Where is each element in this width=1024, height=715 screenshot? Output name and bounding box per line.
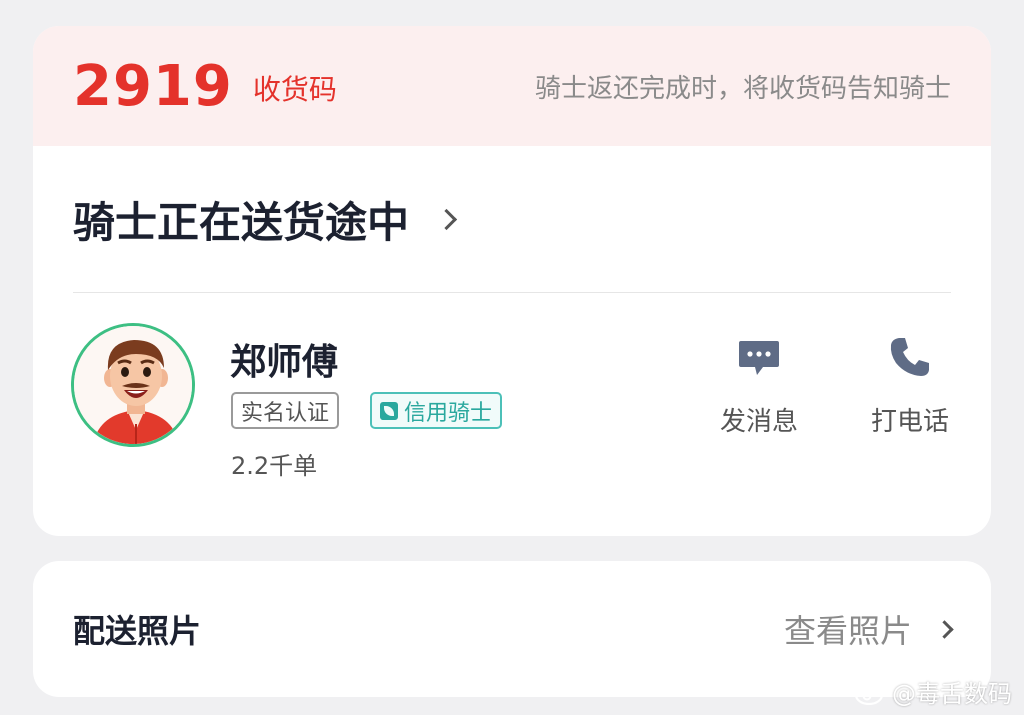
view-photos-link[interactable]: 查看照片 [783, 606, 954, 652]
pickup-code-banner: 2919 收货码 骑士返还完成时，将收货码告知骑士 [33, 26, 991, 146]
credit-rider-badge: 信用骑士 [370, 392, 503, 429]
rider-name: 郑师傅 [230, 342, 339, 383]
chevron-right-icon [435, 208, 458, 230]
leaf-icon [380, 401, 398, 420]
pickup-code: 2919 [73, 53, 233, 119]
view-photos-label: 查看照片 [783, 612, 912, 650]
delivery-photo-title: 配送照片 [73, 612, 202, 650]
credit-rider-label: 信用骑士 [404, 400, 493, 426]
message-icon [739, 341, 779, 375]
phone-icon [890, 338, 929, 376]
delivery-status-row[interactable]: 骑士正在送货途中 [33, 146, 991, 292]
chevron-right-icon [935, 619, 954, 639]
message-button[interactable]: 发消息 [704, 335, 814, 438]
pickup-code-label: 收货码 [252, 73, 337, 106]
call-label: 打电话 [870, 407, 949, 437]
delivery-card: 2919 收货码 骑士返还完成时，将收货码告知骑士 骑士正在送货途中 郑师傅 实… [33, 26, 991, 536]
delivery-status-title: 骑士正在送货途中 [73, 197, 410, 247]
call-button[interactable]: 打电话 [855, 335, 965, 438]
rider-order-count: 2.2千单 [231, 452, 318, 480]
rider-info: 郑师傅 实名认证 信用骑士 2.2千单 发消息 打电话 [33, 293, 991, 536]
watermark: @毒舌数码 [854, 674, 1012, 709]
rider-avatar[interactable] [71, 323, 195, 447]
delivery-photo-row[interactable]: 配送照片 查看照片 [33, 561, 991, 697]
verified-badge: 实名认证 [231, 392, 340, 429]
pickup-code-hint: 骑士返还完成时，将收货码告知骑士 [534, 73, 951, 104]
delivery-photo-card: 配送照片 查看照片 [33, 561, 991, 697]
watermark-text: @毒舌数码 [892, 680, 1012, 708]
message-label: 发消息 [719, 407, 798, 437]
weibo-icon [854, 681, 887, 705]
